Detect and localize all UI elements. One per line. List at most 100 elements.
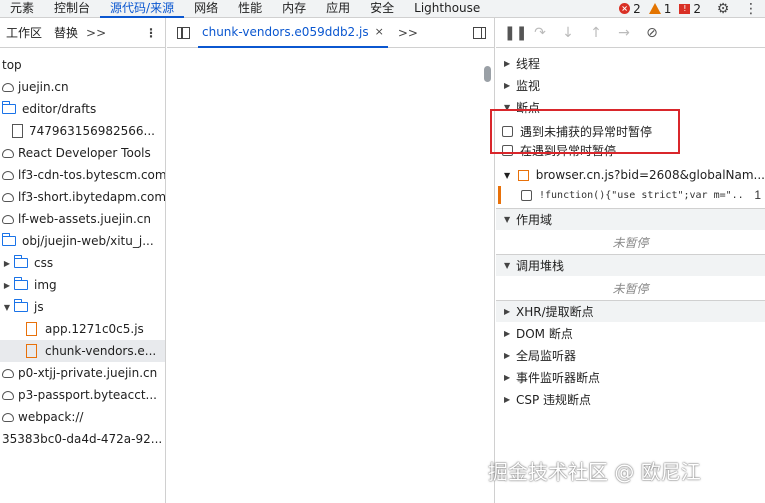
issues-count[interactable]: ! 2 — [679, 2, 701, 16]
tree-node[interactable]: obj/juejin-web/xitu_j... — [0, 230, 165, 252]
pause-icon[interactable]: ❚❚ — [504, 25, 527, 41]
breakpoint-entry[interactable]: !function(){"use strict";var m=".. 1 — [498, 186, 765, 204]
section-threads[interactable]: ▶ 线程 — [496, 52, 765, 74]
expand-icon: ▶ — [504, 350, 511, 360]
more-tabs-icon[interactable]: >> — [398, 26, 418, 40]
tree-node-label: p0-xtjj-private.juejin.cn — [18, 366, 158, 380]
tree-node-label: chunk-vendors.e... — [45, 344, 157, 358]
devtools-tabbar: 元素 控制台 源代码/来源 网络 性能 内存 应用 安全 Lighthouse … — [0, 0, 765, 18]
tree-node[interactable]: lf-web-assets.juejin.cn — [0, 208, 165, 230]
tree-node[interactable]: editor/drafts — [0, 98, 165, 120]
tab-overrides[interactable]: 替换 — [48, 24, 84, 41]
more-options-icon[interactable]: ⋮ — [743, 1, 759, 17]
tree-node-label: p3-passport.byteacct... — [18, 388, 157, 402]
domain-icon — [2, 170, 14, 180]
tree-node-label: lf3-cdn-tos.bytescm.com — [18, 168, 165, 182]
step-out-icon[interactable]: ↑ — [588, 25, 604, 41]
toggle-debugger-icon[interactable] — [473, 26, 486, 39]
step-icon[interactable]: → — [616, 25, 632, 41]
tree-node[interactable]: p0-xtjj-private.juejin.cn — [0, 362, 165, 384]
tab-workspace[interactable]: 工作区 — [0, 24, 48, 41]
issues-count-value: 2 — [693, 1, 701, 16]
tab-performance[interactable]: 性能 — [228, 0, 272, 18]
breakpoint-file-label: browser.cn.js?bid=2608&globalNam... — [535, 168, 765, 182]
tab-application[interactable]: 应用 — [316, 0, 360, 18]
editor-panel: chunk-vendors.e059ddb2.js × >> — [167, 18, 495, 503]
folder-icon — [13, 255, 28, 268]
tree-node[interactable]: webpack:// — [0, 406, 165, 428]
tree-node[interactable]: 35383bc0-da4d-472a-92... — [0, 428, 165, 450]
tree-node[interactable]: ▶ css — [0, 252, 165, 274]
section-watch[interactable]: ▶ 监视 — [496, 74, 765, 96]
tree-node[interactable]: ▼ js — [0, 296, 165, 318]
tree-node-label: js — [34, 300, 44, 314]
not-paused-text: 未暂停 — [612, 235, 649, 250]
toggle-navigator-icon[interactable] — [177, 26, 190, 39]
tab-lighthouse[interactable]: Lighthouse — [404, 0, 490, 18]
editor-tabbar: chunk-vendors.e059ddb2.js × >> — [167, 18, 494, 48]
expand-icon[interactable]: ▶ — [2, 259, 12, 268]
more-tabs-icon[interactable]: >> — [86, 26, 106, 40]
tab-console[interactable]: 控制台 — [44, 0, 100, 18]
tree-node[interactable]: lf3-cdn-tos.bytescm.com — [0, 164, 165, 186]
debugger-toolbar: ❚❚ ↷ ↓ ↑ → ⊘ — [496, 18, 765, 48]
navigator-menu-icon[interactable]: ⋮ — [145, 26, 157, 40]
error-icon: × — [619, 3, 631, 14]
file-tree: top juejin.cn editor/drafts 747963156982566… — [0, 48, 165, 450]
breakpoint-file[interactable]: ▼ browser.cn.js?bid=2608&globalNam... — [496, 164, 765, 186]
warning-icon — [648, 3, 661, 14]
folder-icon — [13, 299, 28, 312]
warning-count[interactable]: 1 — [648, 2, 671, 16]
editor-scrollbar[interactable] — [484, 66, 491, 82]
tree-node[interactable]: p3-passport.byteacct... — [0, 384, 165, 406]
tab-network[interactable]: 网络 — [184, 0, 228, 18]
section-event-listener-breakpoints[interactable]: ▶ 事件监听器断点 — [496, 366, 765, 388]
tree-node[interactable]: chunk-vendors.e... — [0, 340, 165, 362]
breakpoint-line-number: 1 — [754, 188, 761, 202]
deactivate-breakpoints-icon[interactable]: ⊘ — [644, 25, 660, 41]
expand-icon[interactable]: ▶ — [2, 281, 12, 290]
js-file-icon — [26, 322, 37, 336]
tree-node-label: 747963156982566... — [29, 124, 155, 138]
tree-node[interactable]: top — [0, 54, 165, 76]
expand-icon: ▶ — [504, 372, 511, 382]
tree-node[interactable]: lf3-short.ibytedapm.com — [0, 186, 165, 208]
expand-icon: ▶ — [504, 328, 511, 338]
expand-icon: ▶ — [504, 58, 511, 68]
debugger-panel: ❚❚ ↷ ↓ ↑ → ⊘ ▶ 线程 ▶ 监视 ▼ 断点 遇到未捕获的异常时暂停 在遇到… — [496, 18, 765, 503]
issues-icon: ! — [679, 3, 691, 14]
section-csp-breakpoints[interactable]: ▶ CSP 违规断点 — [496, 388, 765, 410]
js-file-icon — [26, 344, 37, 358]
tree-node[interactable]: 747963156982566... — [0, 120, 165, 142]
section-call-stack[interactable]: ▼ 调用堆栈 — [496, 254, 765, 276]
checkbox[interactable] — [521, 189, 532, 201]
tree-node[interactable]: juejin.cn — [0, 76, 165, 98]
tree-node-label: top — [2, 58, 22, 72]
error-count-value: 2 — [633, 1, 641, 16]
not-paused-text: 未暂停 — [612, 281, 649, 296]
folder-icon — [13, 277, 28, 290]
section-xhr-breakpoints[interactable]: ▶ XHR/提取断点 — [496, 300, 765, 322]
navigator-panel: 工作区 替换 >> ⋮ top juejin.cn editor/drafts 747… — [0, 18, 166, 503]
tree-node[interactable]: ▶ img — [0, 274, 165, 296]
collapse-icon: ▼ — [504, 170, 511, 180]
step-over-icon[interactable]: ↷ — [532, 25, 548, 41]
close-icon[interactable]: × — [375, 25, 384, 38]
section-scope[interactable]: ▼ 作用域 — [496, 208, 765, 230]
collapse-icon[interactable]: ▼ — [2, 303, 12, 312]
section-global-listeners[interactable]: ▶ 全局监听器 — [496, 344, 765, 366]
folder-icon — [1, 101, 16, 114]
tree-node-label: img — [34, 278, 57, 292]
tree-node-label: css — [34, 256, 54, 270]
error-count[interactable]: × 2 — [619, 2, 641, 16]
file-tab[interactable]: chunk-vendors.e059ddb2.js × — [198, 18, 388, 48]
tab-elements[interactable]: 元素 — [0, 0, 44, 18]
tree-node[interactable]: app.1271c0c5.js — [0, 318, 165, 340]
section-dom-breakpoints[interactable]: ▶ DOM 断点 — [496, 322, 765, 344]
gear-icon[interactable]: ⚙ — [715, 1, 731, 17]
tree-node[interactable]: React Developer Tools — [0, 142, 165, 164]
step-into-icon[interactable]: ↓ — [560, 25, 576, 41]
tab-security[interactable]: 安全 — [360, 0, 404, 18]
tab-memory[interactable]: 内存 — [272, 0, 316, 18]
tab-sources[interactable]: 源代码/来源 — [100, 0, 185, 18]
